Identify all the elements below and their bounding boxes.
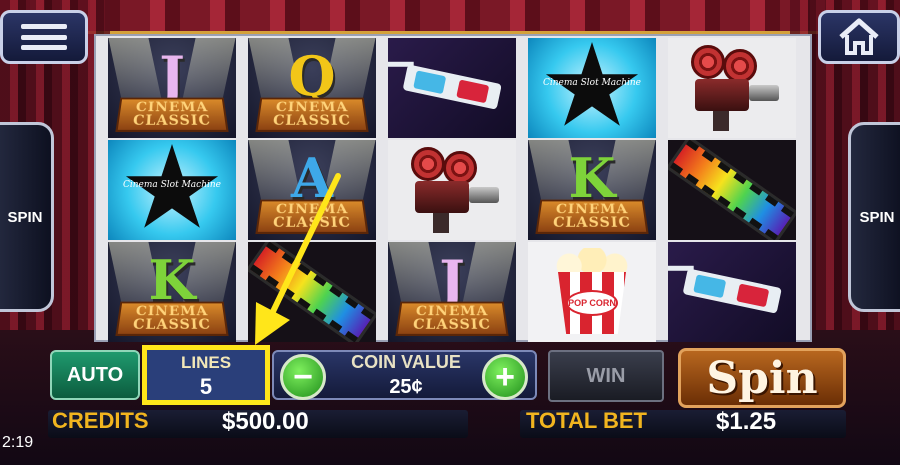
cinema-classic-plaque: CINEMA CLASSIC bbox=[255, 97, 369, 132]
plaque-line-2: CLASSIC bbox=[272, 113, 352, 129]
side-spin-button-left[interactable]: SPIN bbox=[0, 122, 54, 312]
home-button[interactable] bbox=[818, 10, 900, 64]
plaque-line-2: CLASSIC bbox=[132, 113, 212, 129]
3d-glasses-icon bbox=[388, 58, 503, 117]
menu-button[interactable] bbox=[0, 10, 88, 64]
lines-label: LINES bbox=[180, 353, 232, 372]
home-icon bbox=[839, 18, 879, 55]
side-spin-right-label: SPIN bbox=[859, 208, 895, 226]
symbol-a-cinema-classic: A CINEMA CLASSIC bbox=[248, 140, 376, 240]
credits-label: CREDITS bbox=[52, 408, 149, 433]
symbol-3d-glasses bbox=[388, 38, 516, 138]
plaque-line-2: CLASSIC bbox=[552, 215, 632, 231]
popcorn-icon: POP CORN bbox=[552, 248, 632, 336]
reel-window: J CINEMA CLASSIC Q CINEMA CLASSIC Cinema Slot … bbox=[94, 34, 812, 342]
symbol-j-cinema-classic: J CINEMA CLASSIC bbox=[388, 242, 516, 342]
symbol-3d-glasses bbox=[668, 242, 796, 342]
cinema-classic-plaque: CINEMA CLASSIC bbox=[395, 301, 509, 336]
cinema-classic-plaque: CINEMA CLASSIC bbox=[115, 97, 229, 132]
symbol-star-logo: Cinema Slot Machine bbox=[528, 38, 656, 138]
total-bet-label: TOTAL BET bbox=[526, 408, 647, 433]
lines-selector[interactable]: LINES 5 bbox=[142, 345, 270, 405]
star-logo-text: Cinema Slot Machine bbox=[542, 78, 641, 88]
symbol-film-strip bbox=[248, 242, 376, 342]
plaque-line-2: CLASSIC bbox=[272, 215, 352, 231]
symbol-j-cinema-classic: J CINEMA CLASSIC bbox=[108, 38, 236, 138]
clock: 2:19 bbox=[2, 434, 34, 451]
plaque-line-2: CLASSIC bbox=[412, 317, 492, 333]
lines-value: 5 bbox=[199, 374, 213, 399]
symbol-popcorn: POP CORN bbox=[528, 242, 656, 342]
coin-value-panel: − COIN VALUE 25¢ + bbox=[272, 350, 537, 400]
credits-value: $500.00 bbox=[222, 408, 309, 435]
auto-label: AUTO bbox=[66, 363, 124, 386]
symbol-film-projector bbox=[388, 140, 516, 240]
total-bet-value: $1.25 bbox=[716, 408, 777, 435]
curtain-valance bbox=[0, 0, 900, 34]
hamburger-icon bbox=[21, 24, 67, 50]
star-icon bbox=[125, 144, 219, 228]
star-icon bbox=[545, 42, 639, 126]
win-display: WIN bbox=[548, 350, 664, 402]
film-strip-icon bbox=[248, 242, 376, 342]
star-logo-text: Cinema Slot Machine bbox=[122, 180, 221, 190]
cinema-classic-plaque: CINEMA CLASSIC bbox=[115, 301, 229, 336]
symbol-k-cinema-classic: K CINEMA CLASSIC bbox=[528, 140, 656, 240]
film-strip-icon bbox=[668, 140, 796, 240]
symbol-film-strip bbox=[668, 140, 796, 240]
side-spin-button-right[interactable]: SPIN bbox=[848, 122, 900, 312]
cinema-classic-plaque: CINEMA CLASSIC bbox=[255, 199, 369, 234]
cinema-classic-plaque: CINEMA CLASSIC bbox=[535, 199, 649, 234]
coin-decrease-button[interactable]: − bbox=[280, 354, 326, 400]
win-label: WIN bbox=[586, 364, 626, 387]
coin-value-label: COIN VALUE bbox=[351, 352, 461, 372]
side-spin-left-label: SPIN bbox=[7, 208, 43, 226]
film-projector-icon bbox=[677, 45, 787, 131]
plus-icon: + bbox=[495, 358, 515, 396]
spin-button[interactable]: Spin bbox=[678, 348, 846, 408]
coin-value: 25¢ bbox=[389, 376, 423, 398]
film-projector-icon bbox=[397, 147, 507, 233]
minus-icon: − bbox=[293, 358, 313, 396]
symbol-k-cinema-classic: K CINEMA CLASSIC bbox=[108, 242, 236, 342]
symbol-star-logo: Cinema Slot Machine bbox=[108, 140, 236, 240]
symbol-q-cinema-classic: Q CINEMA CLASSIC bbox=[248, 38, 376, 138]
spin-label: Spin bbox=[706, 352, 818, 404]
coin-increase-button[interactable]: + bbox=[482, 354, 528, 400]
plaque-line-2: CLASSIC bbox=[132, 317, 212, 333]
auto-button[interactable]: AUTO bbox=[50, 350, 140, 400]
popcorn-label: POP CORN bbox=[566, 290, 618, 316]
symbol-film-projector bbox=[668, 38, 796, 138]
reel-grid: J CINEMA CLASSIC Q CINEMA CLASSIC Cinema Slot … bbox=[108, 38, 796, 342]
3d-glasses-icon bbox=[668, 262, 783, 321]
